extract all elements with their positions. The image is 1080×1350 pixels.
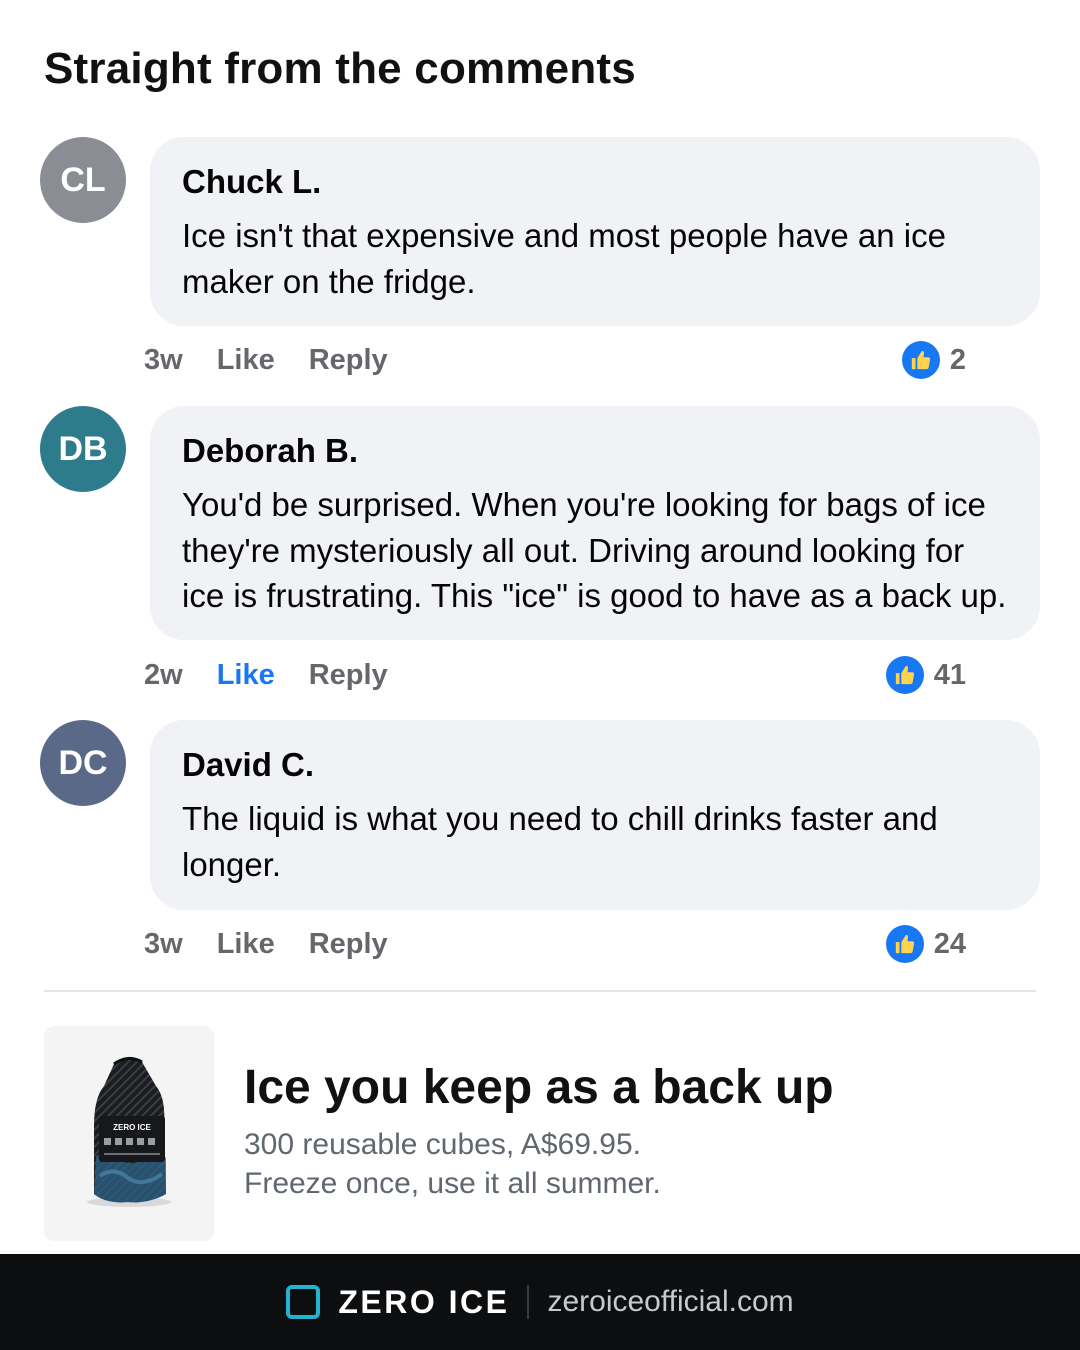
- product-price-line: 300 reusable cubes, A$69.95.: [244, 1128, 641, 1161]
- thumbs-up-icon: [885, 925, 924, 963]
- comment-author[interactable]: Chuck L.: [182, 163, 1008, 201]
- thumbs-up-icon: [901, 341, 940, 379]
- page-title: Straight from the comments: [44, 44, 636, 93]
- avatar[interactable]: CL: [40, 137, 126, 223]
- comment-time[interactable]: 3w: [144, 928, 183, 961]
- reaction-count: 24: [933, 927, 966, 960]
- brand-footer: ZERO ICE zeroiceofficial.com: [0, 1254, 1080, 1350]
- avatar[interactable]: DC: [40, 720, 126, 806]
- like-button[interactable]: Like: [217, 344, 275, 377]
- comment-time[interactable]: 2w: [144, 659, 183, 692]
- avatar[interactable]: DB: [40, 406, 126, 492]
- comment-text: The liquid is what you need to chill dri…: [182, 800, 938, 883]
- product-headline[interactable]: Ice you keep as a back up: [244, 1060, 834, 1115]
- comment-bubble: Chuck L. Ice isn't that expensive and mo…: [150, 137, 1040, 326]
- bag-logo-text: ZERO ICE: [113, 1123, 151, 1132]
- like-button[interactable]: Like: [217, 659, 275, 692]
- comment-text: You'd be surprised. When you're looking …: [182, 486, 1007, 614]
- comment-author[interactable]: Deborah B.: [182, 432, 1008, 470]
- thumbs-up-icon: [885, 656, 924, 694]
- reaction-count: 41: [933, 658, 966, 691]
- comment-bubble: Deborah B. You'd be surprised. When you'…: [150, 406, 1040, 640]
- comment-text: Ice isn't that expensive and most people…: [182, 217, 946, 300]
- product-tagline: Freeze once, use it all summer.: [244, 1167, 661, 1200]
- comment-time[interactable]: 3w: [144, 344, 183, 377]
- square-logo-icon: [286, 1285, 321, 1319]
- footer-separator: [527, 1285, 530, 1319]
- reply-button[interactable]: Reply: [309, 928, 388, 961]
- comment-actions: 3w Like Reply 2: [144, 340, 966, 380]
- brand-url-link[interactable]: zeroiceofficial.com: [547, 1285, 793, 1319]
- section-divider: [44, 990, 1036, 992]
- reaction-summary[interactable]: 2: [901, 341, 966, 379]
- reaction-count: 2: [949, 343, 966, 376]
- mesh-bag-product-image[interactable]: ZERO ICE: [44, 1026, 214, 1241]
- like-button[interactable]: Like: [217, 928, 275, 961]
- comment-bubble: David C. The liquid is what you need to …: [150, 720, 1040, 910]
- reply-button[interactable]: Reply: [309, 659, 388, 692]
- comment-actions: 3w Like Reply 24: [144, 924, 966, 964]
- reaction-summary[interactable]: 24: [885, 925, 966, 963]
- reply-button[interactable]: Reply: [309, 344, 388, 377]
- reaction-summary[interactable]: 41: [885, 656, 966, 694]
- comment-actions: 2w Like Reply 41: [144, 655, 966, 695]
- comment-author[interactable]: David C.: [182, 746, 1008, 784]
- brand-name[interactable]: ZERO ICE: [338, 1284, 509, 1321]
